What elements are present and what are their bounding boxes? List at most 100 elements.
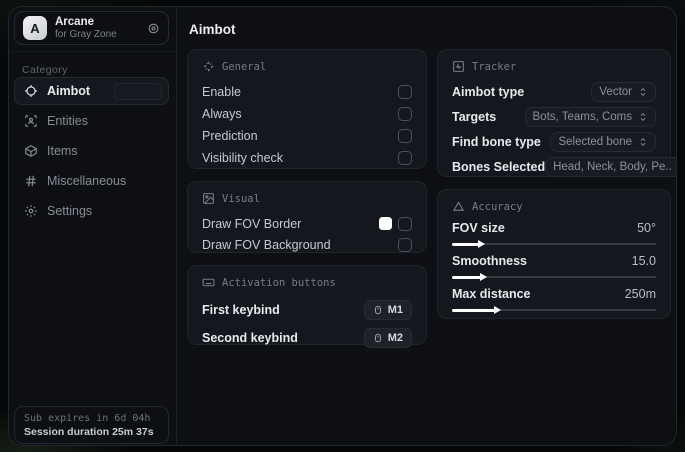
section-title: Tracker xyxy=(472,60,517,73)
brand-avatar: A xyxy=(23,16,47,40)
dropdown-value: Selected bone xyxy=(558,136,632,148)
setting-row-enable: Enable xyxy=(202,81,412,103)
second-keybind-button[interactable]: M2 xyxy=(363,328,412,348)
setting-row-visibility-check: Visibility check xyxy=(202,147,412,169)
dropdown-value: Head, Neck, Body, Pe.. xyxy=(553,161,672,173)
slider-value: 15.0 xyxy=(631,254,656,268)
enable-checkbox[interactable] xyxy=(398,85,412,99)
sidebar-divider xyxy=(9,51,176,52)
mouse-icon xyxy=(373,332,383,344)
setting-row-prediction: Prediction xyxy=(202,125,412,147)
setting-row-bones-selected: Bones Selected Head, Neck, Body, Pe.. xyxy=(452,156,676,178)
setting-row-aimbot-type: Aimbot type Vector xyxy=(452,81,656,103)
max-distance-slider[interactable] xyxy=(452,308,656,312)
slider-value: 50° xyxy=(637,221,656,235)
sidebar-item-aimbot[interactable]: Aimbot xyxy=(14,77,169,105)
entity-scan-icon xyxy=(24,114,38,128)
image-icon xyxy=(202,192,215,205)
smoothness-slider[interactable] xyxy=(452,275,656,279)
chevrons-up-down-icon xyxy=(638,137,648,147)
session-duration-text: Session duration 25m 37s xyxy=(24,425,154,438)
section-title: General xyxy=(222,60,267,73)
ghost-watermark xyxy=(114,83,162,100)
dropdown-value: Vector xyxy=(599,86,632,98)
bones-selected-dropdown[interactable]: Head, Neck, Body, Pe.. xyxy=(545,157,676,177)
prediction-checkbox[interactable] xyxy=(398,129,412,143)
accuracy-card: Accuracy FOV size 50° Smoothness 15.0 Ma… xyxy=(437,189,671,319)
setting-label: Aimbot type xyxy=(452,85,525,99)
setting-label: Draw FOV Background xyxy=(202,237,331,252)
cheat-menu-window: A Arcane for Gray Zone Category Aimbot E… xyxy=(8,6,677,446)
setting-label: FOV size xyxy=(452,221,505,235)
setting-row-first-keybind: First keybind M1 xyxy=(202,297,412,323)
chevrons-up-down-icon xyxy=(638,87,648,97)
setting-label: Visibility check xyxy=(202,151,284,165)
page-title: Aimbot xyxy=(189,22,236,37)
activity-icon xyxy=(452,60,465,73)
fov-size-slider[interactable] xyxy=(452,242,656,246)
dropdown-value: Bots, Teams, Coms xyxy=(532,111,633,123)
section-title: Visual xyxy=(222,192,260,205)
chevrons-up-down-icon xyxy=(638,112,648,122)
sidebar-item-label: Aimbot xyxy=(47,84,91,98)
slider-value: 250m xyxy=(624,287,656,301)
targets-dropdown[interactable]: Bots, Teams, Coms xyxy=(524,107,656,127)
brand-name: Arcane xyxy=(55,15,94,28)
setting-label: Bones Selected xyxy=(452,160,546,174)
sidebar-item-items[interactable]: Items xyxy=(14,137,169,165)
general-card: General Enable Always Prediction Visibil… xyxy=(187,49,427,169)
setting-row-second-keybind: Second keybind M2 xyxy=(202,325,412,351)
setting-label: First keybind xyxy=(202,303,280,317)
sidebar-item-entities[interactable]: Entities xyxy=(14,107,169,135)
setting-row-draw-fov-background: Draw FOV Background xyxy=(202,234,412,255)
draw-fov-border-checkbox[interactable] xyxy=(398,216,412,231)
setting-label: Enable xyxy=(202,85,241,99)
triangle-icon xyxy=(452,200,465,213)
visibility-check-checkbox[interactable] xyxy=(398,151,412,165)
sidebar-item-label: Entities xyxy=(47,114,88,128)
setting-label: Prediction xyxy=(202,129,258,143)
slider-fill xyxy=(452,308,495,312)
sidebar-item-settings[interactable]: Settings xyxy=(14,197,169,225)
always-checkbox[interactable] xyxy=(398,107,412,121)
hash-icon xyxy=(24,174,38,188)
setting-row-targets: Targets Bots, Teams, Coms xyxy=(452,106,656,128)
fov-border-color-swatch[interactable] xyxy=(379,217,392,230)
activation-buttons-card: Activation buttons First keybind M1 Seco… xyxy=(187,265,427,348)
section-title: Accuracy xyxy=(472,200,523,213)
setting-label: Always xyxy=(202,107,242,121)
first-keybind-button[interactable]: M1 xyxy=(363,300,412,320)
setting-label: Targets xyxy=(452,110,497,124)
slider-fill xyxy=(452,275,481,279)
sidebar: A Arcane for Gray Zone Category Aimbot E… xyxy=(9,7,177,445)
keyboard-icon xyxy=(202,276,215,289)
status-ring-icon[interactable] xyxy=(147,22,160,35)
sidebar-item-miscellaneous[interactable]: Miscellaneous xyxy=(14,167,169,195)
category-label: Category xyxy=(22,64,68,76)
setting-label: Second keybind xyxy=(202,331,298,345)
sidebar-nav: Aimbot Entities Items Miscellaneous Sett… xyxy=(14,77,169,227)
main-panel: Aimbot General Enable Always Prediction … xyxy=(177,7,676,445)
tracker-card: Tracker Aimbot type Vector Targets Bots,… xyxy=(437,49,676,178)
keybind-value: M1 xyxy=(387,304,403,316)
sub-expires-text: Sub expires in 6d 04h xyxy=(24,412,151,424)
setting-label: Draw FOV Border xyxy=(202,216,302,231)
aimbot-type-dropdown[interactable]: Vector xyxy=(591,82,656,102)
subscription-info-card: Sub expires in 6d 04h Session duration 2… xyxy=(14,406,169,444)
brand-subtitle: for Gray Zone xyxy=(55,28,117,40)
draw-fov-background-checkbox[interactable] xyxy=(398,237,412,252)
setting-label: Smoothness xyxy=(452,254,528,268)
setting-row-find-bone-type: Find bone type Selected bone xyxy=(452,131,656,153)
find-bone-type-dropdown[interactable]: Selected bone xyxy=(550,132,656,152)
mouse-icon xyxy=(373,304,383,316)
keybind-value: M2 xyxy=(387,332,403,344)
crosshair-icon xyxy=(24,84,38,98)
setting-row-always: Always xyxy=(202,103,412,125)
slider-fill xyxy=(452,242,479,246)
brand-card: A Arcane for Gray Zone xyxy=(14,11,169,45)
game-background: A Arcane for Gray Zone Category Aimbot E… xyxy=(0,0,685,452)
sidebar-item-label: Settings xyxy=(47,204,93,218)
setting-row-draw-fov-border: Draw FOV Border xyxy=(202,213,412,234)
sidebar-item-label: Items xyxy=(47,144,78,158)
sidebar-item-label: Miscellaneous xyxy=(47,174,127,188)
